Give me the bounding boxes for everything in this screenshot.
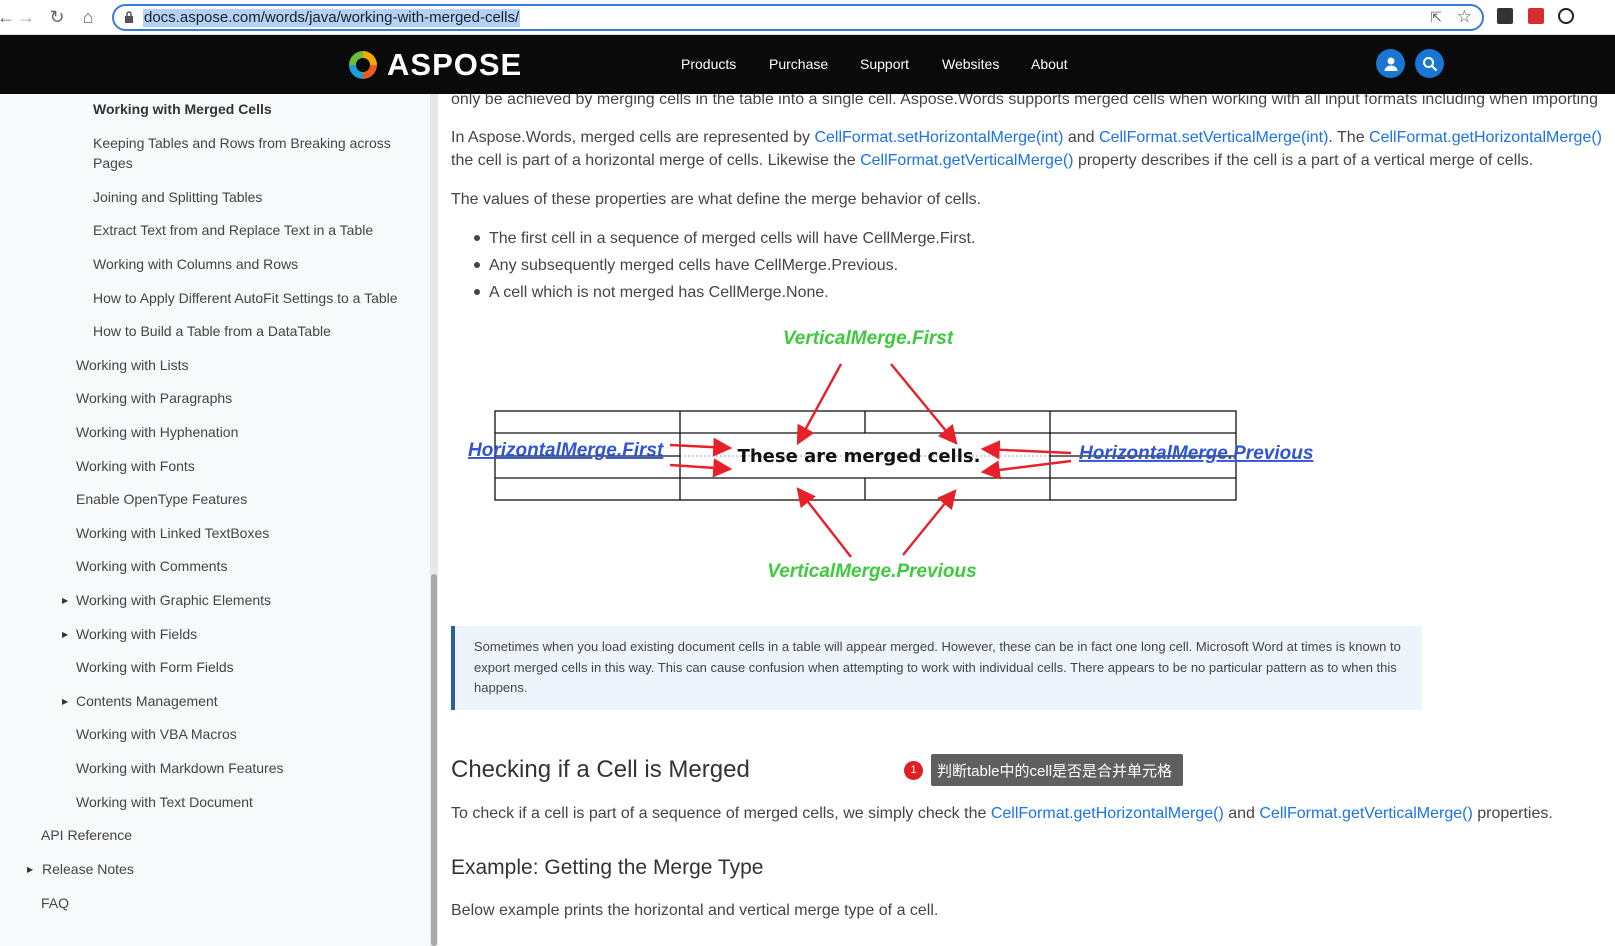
browser-toolbar: ← → ↻ ⌂ docs.aspose.com/words/java/worki… xyxy=(0,0,1615,35)
extension-icon[interactable] xyxy=(1497,8,1513,24)
user-icon[interactable] xyxy=(1376,49,1405,78)
text: and xyxy=(1223,805,1260,822)
brand-name: ASPOSE xyxy=(387,47,523,82)
menu-websites[interactable]: Websites xyxy=(942,56,999,72)
sidebar-item-faq[interactable]: FAQ xyxy=(41,893,69,913)
caret-right-icon[interactable]: ▶ xyxy=(27,865,33,874)
label-horizontal-merge-first: HorizontalMerge.First xyxy=(468,440,664,461)
menu-purchase[interactable]: Purchase xyxy=(769,56,828,72)
bullet-dot xyxy=(474,262,480,268)
share-icon[interactable]: ⇱ xyxy=(1430,9,1442,26)
aspose-logo-icon xyxy=(349,51,377,79)
diagram-center-text: These are merged cells. xyxy=(738,446,981,467)
heading-example-merge-type: Example: Getting the Merge Type xyxy=(451,856,764,879)
label-vertical-merge-first: VerticalMerge.First xyxy=(783,328,954,349)
sidebar-item-keeping-tables[interactable]: Keeping Tables and Rows from Breaking ac… xyxy=(93,133,391,153)
sidebar-item-form-fields[interactable]: Working with Form Fields xyxy=(76,657,234,677)
note-callout: Sometimes when you load existing documen… xyxy=(451,626,1422,710)
extension-icon[interactable] xyxy=(1528,8,1544,24)
note-text: Sometimes when you load existing documen… xyxy=(474,639,1401,695)
reload-icon[interactable]: ↻ xyxy=(45,5,69,29)
address-bar[interactable]: docs.aspose.com/words/java/working-with-… xyxy=(112,4,1484,31)
sidebar-item-working-with-merged-cells[interactable]: Working with Merged Cells xyxy=(93,99,272,119)
sidebar-item-autofit[interactable]: How to Apply Different AutoFit Settings … xyxy=(93,288,398,308)
sidebar-item-lists[interactable]: Working with Lists xyxy=(76,355,189,375)
sidebar-item-markdown[interactable]: Working with Markdown Features xyxy=(76,758,283,778)
scrollbar-thumb[interactable] xyxy=(431,574,437,946)
sidebar-item-contents-management[interactable]: Contents Management xyxy=(76,691,218,711)
sidebar-item-keeping-tables-cont[interactable]: Pages xyxy=(93,153,133,173)
caret-right-icon[interactable]: ▶ xyxy=(62,630,68,639)
link-get-vertical-merge[interactable]: CellFormat.getVerticalMerge() xyxy=(860,152,1073,169)
sidebar-item-release-notes[interactable]: Release Notes xyxy=(42,859,134,879)
sidebar-item-fields[interactable]: Working with Fields xyxy=(76,624,197,644)
aspose-logo[interactable]: ASPOSE xyxy=(346,47,523,82)
heading-checking-merged: Checking if a Cell is Merged xyxy=(451,756,750,783)
label-horizontal-merge-previous: HorizontalMerge.Previous xyxy=(1079,443,1313,464)
sidebar-item-paragraphs[interactable]: Working with Paragraphs xyxy=(76,388,232,408)
text: To check if a cell is part of a sequence… xyxy=(451,805,991,822)
bookmark-star-icon[interactable]: ☆ xyxy=(1457,7,1472,27)
paragraph-example-desc: Below example prints the horizontal and … xyxy=(451,902,939,919)
menu-support[interactable]: Support xyxy=(860,56,909,72)
annotation-badge[interactable]: 1 xyxy=(904,761,923,780)
text: property describes if the cell is a part… xyxy=(1073,152,1534,169)
text: properties. xyxy=(1472,805,1553,822)
link-set-horizontal-merge[interactable]: CellFormat.setHorizontalMerge(int) xyxy=(814,129,1063,146)
bullet-item: Any subsequently merged cells have CellM… xyxy=(489,257,899,274)
text: and xyxy=(1063,129,1100,146)
sidebar-item-datatable[interactable]: How to Build a Table from a DataTable xyxy=(93,321,331,341)
extension-icon[interactable] xyxy=(1558,8,1574,24)
lock-icon xyxy=(125,11,133,23)
sidebar-item-comments[interactable]: Working with Comments xyxy=(76,556,227,576)
bullet-item: A cell which is not merged has CellMerge… xyxy=(489,284,829,301)
merged-cells-diagram: These are merged cells. VerticalMerge.Fi… xyxy=(468,328,1313,582)
paragraph-values: The values of these properties are what … xyxy=(451,191,982,208)
site-header: ASPOSE Products Purchase Support Website… xyxy=(0,35,1615,94)
sidebar-item-joining-splitting[interactable]: Joining and Splitting Tables xyxy=(93,187,262,207)
bullet-dot xyxy=(474,289,480,295)
menu-products[interactable]: Products xyxy=(681,56,736,72)
link-get-horizontal-merge[interactable]: CellFormat.getHorizontalMerge() xyxy=(1369,129,1602,146)
sidebar-item-graphic-elements[interactable]: Working with Graphic Elements xyxy=(76,590,271,610)
caret-right-icon[interactable]: ▶ xyxy=(62,697,68,706)
main-content: only be achieved by merging cells in the… xyxy=(438,94,1615,946)
search-icon[interactable] xyxy=(1415,49,1444,78)
sidebar-scrollbar[interactable] xyxy=(430,94,438,946)
link-get-horizontal-merge-2[interactable]: CellFormat.getHorizontalMerge() xyxy=(991,805,1224,822)
sidebar-item-extract-text[interactable]: Extract Text from and Replace Text in a … xyxy=(93,220,373,240)
sidebar-item-opentype[interactable]: Enable OpenType Features xyxy=(76,489,247,509)
label-vertical-merge-previous: VerticalMerge.Previous xyxy=(767,561,976,582)
caret-right-icon[interactable]: ▶ xyxy=(62,596,68,605)
paragraph-intro: only be achieved by merging cells in the… xyxy=(451,94,1598,108)
link-set-vertical-merge[interactable]: CellFormat.setVerticalMerge(int) xyxy=(1099,129,1328,146)
forward-icon[interactable]: → xyxy=(14,5,38,29)
url-text: docs.aspose.com/words/java/working-with-… xyxy=(143,9,521,27)
link-get-vertical-merge-2[interactable]: CellFormat.getVerticalMerge() xyxy=(1259,805,1472,822)
bullet-item: The first cell in a sequence of merged c… xyxy=(489,230,976,247)
sidebar-item-hyphenation[interactable]: Working with Hyphenation xyxy=(76,422,238,442)
text: the cell is part of a horizontal merge o… xyxy=(451,152,861,169)
sidebar-item-fonts[interactable]: Working with Fonts xyxy=(76,456,195,476)
bullet-dot xyxy=(474,235,480,241)
sidebar-item-text-document[interactable]: Working with Text Document xyxy=(76,792,253,812)
annotation-tooltip: 判断table中的cell是否是合并单元格 xyxy=(931,754,1184,786)
sidebar-nav: Working with Merged Cells Keeping Tables… xyxy=(0,94,430,946)
paragraph-check-merged: To check if a cell is part of a sequence… xyxy=(451,802,1553,825)
home-icon[interactable]: ⌂ xyxy=(76,5,100,29)
sidebar-item-api-reference[interactable]: API Reference xyxy=(41,825,132,845)
text: In Aspose.Words, merged cells are repres… xyxy=(451,129,815,146)
sidebar-item-columns-rows[interactable]: Working with Columns and Rows xyxy=(93,254,298,274)
text: . The xyxy=(1328,129,1370,146)
sidebar-item-linked-textboxes[interactable]: Working with Linked TextBoxes xyxy=(76,523,269,543)
menu-about[interactable]: About xyxy=(1031,56,1068,72)
sidebar-item-vba-macros[interactable]: Working with VBA Macros xyxy=(76,724,237,744)
paragraph-merge-properties: In Aspose.Words, merged cells are repres… xyxy=(451,126,1602,149)
paragraph-merge-properties-cont: the cell is part of a horizontal merge o… xyxy=(451,149,1533,172)
